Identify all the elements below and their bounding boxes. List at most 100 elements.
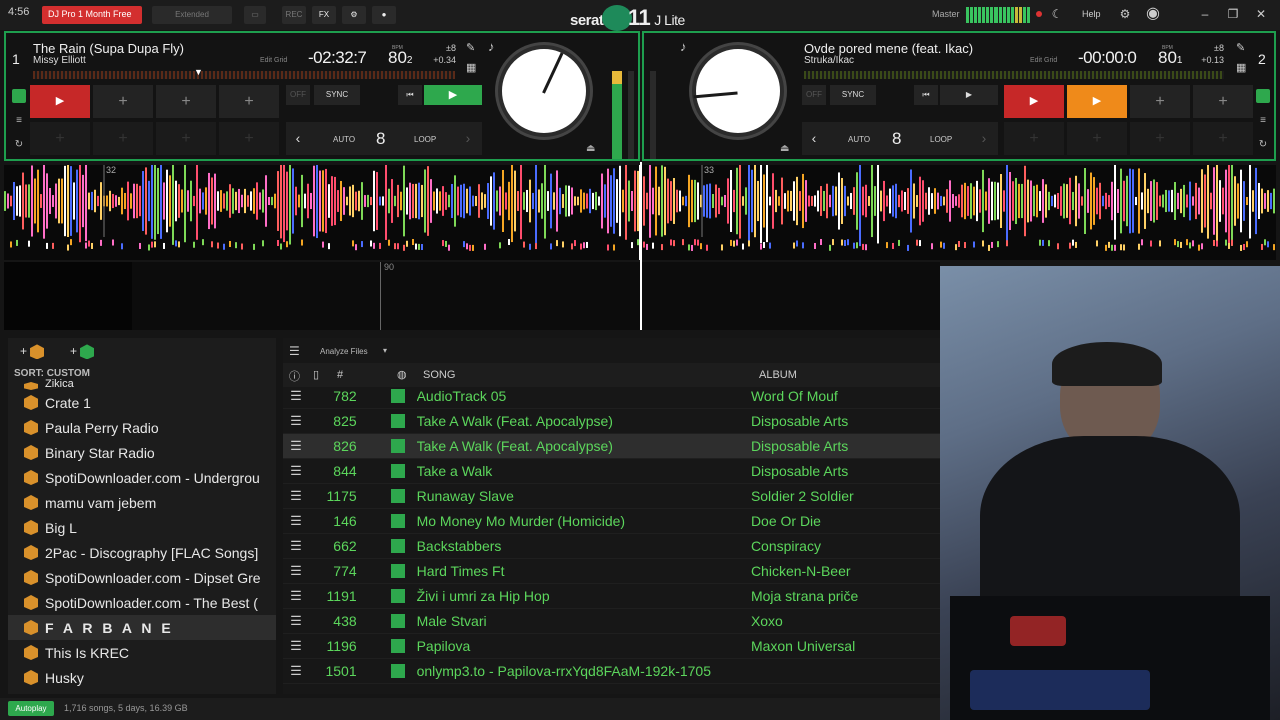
refresh-icon[interactable]: ↻ (12, 139, 26, 151)
table-row[interactable]: ☰ 146 Mo Money Mo Murder (Homicide) Doe Or … (283, 509, 940, 534)
crate-item[interactable]: Binary Star Radio (8, 440, 276, 465)
file-column-icon[interactable]: ▯ (313, 368, 319, 381)
drag-handle-icon[interactable]: ☰ (283, 663, 309, 679)
mixer-icon[interactable]: ⚙ (342, 6, 366, 24)
drag-handle-icon[interactable]: ☰ (283, 488, 309, 504)
album-column-header[interactable]: ALBUM (759, 369, 797, 381)
cue-pad-4[interactable]: + (1193, 85, 1253, 118)
cue-pad-7[interactable]: + (156, 122, 216, 155)
sync-button[interactable]: SYNC (830, 85, 876, 105)
cue-pad-2[interactable]: + (93, 85, 153, 118)
cue-pad-3[interactable]: + (1130, 85, 1190, 118)
list-view-icon[interactable]: ☰ (289, 344, 300, 358)
loop-left-icon[interactable]: ‹ (802, 128, 826, 148)
minimize-icon[interactable]: – (1198, 7, 1212, 21)
edit-grid-button[interactable]: Edit Grid (260, 57, 287, 64)
grid-icon[interactable]: ▦ (466, 61, 476, 74)
secondary-waveform[interactable]: 90 (4, 162, 940, 330)
promo-button[interactable]: DJ Pro 1 Month Free (42, 6, 142, 24)
cue-pad-7[interactable]: + (1130, 122, 1190, 155)
table-row[interactable]: ☰ 1501 onlymp3.to - Papilova-rrxYqd8FAaM-1… (283, 659, 940, 684)
play-button[interactable]: ▶ (940, 85, 998, 105)
drag-handle-icon[interactable]: ☰ (283, 388, 309, 404)
cue-pad-1[interactable]: ▶ (1004, 85, 1064, 118)
crate-item[interactable]: Crate 1 (8, 390, 276, 415)
table-row[interactable]: ☰ 844 Take a Walk Disposable Arts (283, 459, 940, 484)
loop-button[interactable]: LOOP (930, 135, 952, 144)
deck-select-icon[interactable] (12, 89, 26, 103)
list-icon[interactable]: ≡ (12, 115, 26, 127)
track-overview[interactable] (33, 71, 455, 79)
note-icon[interactable]: ♪ (488, 39, 495, 54)
auto-loop-label[interactable]: AUTO (333, 135, 355, 144)
crate-item[interactable]: mamu vam jebem (8, 490, 276, 515)
crate-item[interactable]: This Is KREC (8, 640, 276, 665)
song-column-header[interactable]: SONG (423, 369, 455, 381)
track-overview[interactable] (804, 71, 1224, 79)
crate-item[interactable]: Zikica (8, 378, 276, 390)
grid-icon[interactable]: ▦ (1236, 61, 1246, 74)
drag-handle-icon[interactable]: ☰ (283, 513, 309, 529)
fx-button[interactable]: FX (312, 6, 336, 24)
loop-button[interactable]: LOOP (414, 135, 436, 144)
loop-right-icon[interactable]: › (972, 128, 996, 148)
cue-pad-8[interactable]: + (1193, 122, 1253, 155)
table-row[interactable]: ☰ 438 Male Stvari Xoxo (283, 609, 940, 634)
close-icon[interactable]: ✕ (1254, 7, 1268, 21)
mic-icon[interactable]: ● (372, 6, 396, 24)
rec-button[interactable]: REC (282, 6, 306, 24)
table-row[interactable]: ☰ 826 Take A Walk (Feat. Apocalypse) Dispos… (283, 434, 940, 459)
drag-handle-icon[interactable]: ☰ (283, 588, 309, 604)
settings-icon[interactable]: ⚙ (1118, 7, 1132, 21)
cue-pad-1[interactable]: ▶ (30, 85, 90, 118)
loop-size[interactable]: 8 (892, 129, 901, 149)
eject-icon[interactable]: ⏏ (780, 143, 789, 154)
table-row[interactable]: ☰ 825 Take A Walk (Feat. Apocalypse) Dispos… (283, 409, 940, 434)
table-row[interactable]: ☰ 1191 Živi i umri za Hip Hop Moja strana p… (283, 584, 940, 609)
crate-item[interactable]: SpotiDownloader.com - The Best ( (8, 590, 276, 615)
sync-off-button[interactable]: OFF (286, 85, 310, 105)
list-icon[interactable]: ≡ (1256, 115, 1270, 127)
autoplay-button[interactable]: Autoplay (8, 701, 54, 716)
note-icon[interactable]: ♪ (680, 39, 687, 54)
table-row[interactable]: ☰ 1196 Papilova Maxon Universal (283, 634, 940, 659)
drag-handle-icon[interactable]: ☰ (283, 638, 309, 654)
edit-icon[interactable]: ✎ (466, 41, 475, 54)
crate-item[interactable]: F A R B A N E (8, 615, 276, 640)
cue-pad-6[interactable]: + (93, 122, 153, 155)
cue-pad-5[interactable]: + (30, 122, 90, 155)
cue-pad-2[interactable]: ▶ (1067, 85, 1127, 118)
table-row[interactable]: ☰ 662 Backstabbers Conspiracy (283, 534, 940, 559)
edit-icon[interactable]: ✎ (1236, 41, 1245, 54)
crate-item[interactable]: SpotiDownloader.com - Dipset Gre (8, 565, 276, 590)
play-button[interactable]: ▶ (424, 85, 482, 105)
moon-icon[interactable]: ☾ (1050, 7, 1064, 21)
prev-icon[interactable]: ⏮ (914, 85, 938, 105)
edit-grid-button[interactable]: Edit Grid (1030, 57, 1057, 64)
color-column-icon[interactable]: ◍ (397, 368, 407, 381)
cue-pad-3[interactable]: + (156, 85, 216, 118)
platter[interactable] (692, 45, 784, 137)
prev-icon[interactable]: ⏮ (398, 85, 422, 105)
cue-pad-5[interactable]: + (1004, 122, 1064, 155)
add-smart-crate-button[interactable]: + (70, 344, 101, 360)
drag-handle-icon[interactable]: ☰ (283, 463, 309, 479)
crate-item[interactable]: Paula Perry Radio (8, 415, 276, 440)
crate-item[interactable]: SpotiDownloader.com - Undergrou (8, 465, 276, 490)
eject-icon[interactable]: ⏏ (586, 143, 595, 154)
number-column-header[interactable]: # (337, 369, 343, 381)
account-icon[interactable]: ◉ (1146, 6, 1160, 22)
sync-off-button[interactable]: OFF (802, 85, 826, 105)
analyze-dropdown-icon[interactable]: ▾ (383, 346, 387, 355)
platter[interactable] (498, 45, 590, 137)
crate-item[interactable]: 2Pac - Discography [FLAC Songs] (8, 540, 276, 565)
layout-icon[interactable]: ▭ (244, 6, 266, 24)
restore-icon[interactable]: ❐ (1226, 7, 1240, 21)
loop-left-icon[interactable]: ‹ (286, 128, 310, 148)
table-row[interactable]: ☰ 1175 Runaway Slave Soldier 2 Soldier (283, 484, 940, 509)
drag-handle-icon[interactable]: ☰ (283, 613, 309, 629)
help-menu[interactable]: Help (1082, 9, 1101, 19)
loop-size[interactable]: 8 (376, 129, 385, 149)
cue-pad-6[interactable]: + (1067, 122, 1127, 155)
drag-handle-icon[interactable]: ☰ (283, 413, 309, 429)
